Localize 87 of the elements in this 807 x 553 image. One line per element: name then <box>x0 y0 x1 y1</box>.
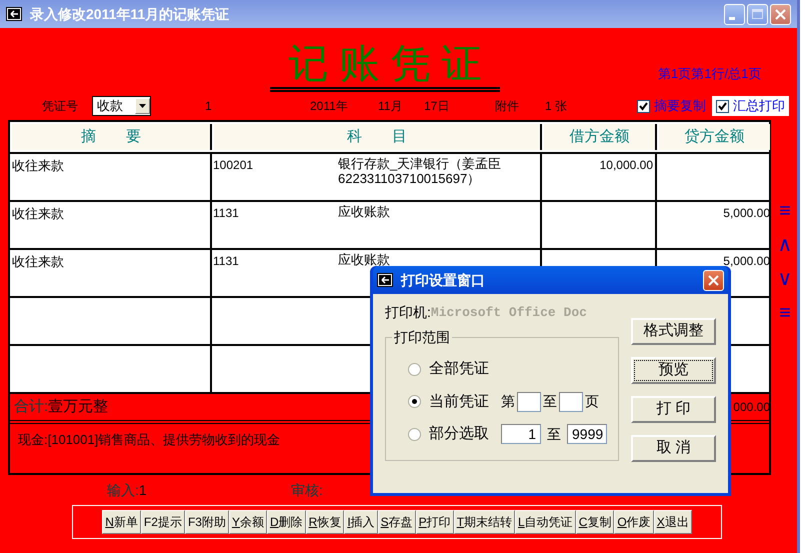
input-value: 1 <box>138 480 148 500</box>
toolbar-button[interactable]: F3附助 <box>184 510 229 534</box>
column-header: 摘 要 <box>12 124 212 150</box>
total-label: 合计: <box>14 396 48 417</box>
radio-button[interactable] <box>408 395 421 408</box>
toolbar-button[interactable]: Y余额 <box>228 510 267 534</box>
checkbox-label: 汇总打印 <box>733 97 785 116</box>
table-cell-text: 银行存款_天津银行（姜孟臣 622331103710015697） <box>338 156 502 186</box>
review-label: 审核: <box>290 480 323 500</box>
page-info: 第1页第1行/总1页 <box>658 65 762 83</box>
close-icon <box>708 274 719 286</box>
table-cell: 100201 <box>213 158 254 172</box>
toolbar-button[interactable]: S存盘 <box>378 510 416 534</box>
attachment-count: 1 张 <box>545 98 568 115</box>
attachment-label: 附件 <box>495 98 520 115</box>
table-cell-text: 5,000.00 <box>723 253 770 270</box>
toolbar-button[interactable]: C复制 <box>576 510 614 534</box>
toolbar-button[interactable]: X退出 <box>654 510 692 534</box>
radio-button[interactable] <box>408 362 421 376</box>
toolbar-button[interactable]: P打印 <box>416 510 454 534</box>
range-to-field[interactable]: 9999 <box>567 424 607 444</box>
input-label: 输入: <box>107 480 139 500</box>
app-icon <box>6 7 22 21</box>
voucher-heading: 记 账 凭 证 <box>287 44 483 84</box>
toolbar-button[interactable]: F2提示 <box>140 510 185 534</box>
close-button[interactable] <box>770 4 791 24</box>
table-cell: 1131 <box>213 206 239 220</box>
radio-button[interactable] <box>408 428 421 441</box>
voucher-year: 2011年 <box>310 98 349 115</box>
maximize-button[interactable] <box>747 4 768 24</box>
radio-label: 全部凭证 <box>429 359 489 379</box>
checkmark-icon <box>718 102 727 110</box>
table-cell-text: 应收账款 <box>338 252 391 267</box>
toolbar-button[interactable]: L自动凭证 <box>515 510 576 534</box>
checkmark-icon <box>639 102 648 110</box>
printer-label: 打印机: <box>385 303 431 322</box>
total-credit: 000.00 <box>733 399 770 416</box>
close-icon <box>775 8 786 20</box>
voucher-day: 17日 <box>424 97 495 115</box>
voucher-number: 1 <box>205 98 213 115</box>
dialog-title: 打印设置窗口 <box>401 270 486 290</box>
window-title: 录入修改2011年11月的记账凭证 <box>30 4 230 24</box>
toolbar-button[interactable]: T期末结转 <box>454 510 516 534</box>
table-cell: 收往来款 <box>12 254 64 269</box>
voucher-type-select[interactable]: 收款 <box>92 96 151 116</box>
radio-label: 部分选取 <box>429 424 489 444</box>
maximize-icon <box>752 9 763 19</box>
toolbar-button[interactable]: O作废 <box>614 510 654 534</box>
toolbar-button[interactable]: I插入 <box>344 510 378 534</box>
checkbox[interactable] <box>637 100 650 112</box>
dropdown-icon <box>139 104 146 108</box>
table-cell-text: 5,000.00 <box>723 205 770 222</box>
dialog-button[interactable]: 打 印 <box>631 396 716 423</box>
cash-flow-note: 现金:[101001]销售商品、提供劳物收到的现金 <box>18 432 280 447</box>
voucher-month: 11月 <box>378 98 404 115</box>
minimize-icon <box>729 16 735 20</box>
toolbar-button[interactable]: D删除 <box>266 510 306 534</box>
field-label: 至 <box>547 424 561 444</box>
checkbox-label: 摘要复制 <box>654 97 706 116</box>
column-header: 科 目 <box>214 124 542 150</box>
dialog-button[interactable]: 取 消 <box>631 435 716 462</box>
radio-label: 当前凭证 <box>429 392 489 412</box>
voucher-number-label: 凭证号 <box>42 98 79 115</box>
range-from-field[interactable]: 1 <box>501 424 541 444</box>
total-in-words: 壹万元整 <box>48 396 108 417</box>
group-label: 打印范围 <box>392 328 452 346</box>
page-from-field[interactable] <box>517 392 541 412</box>
minimize-button[interactable] <box>724 4 745 24</box>
table-cell-text: 应收账款 <box>338 204 391 219</box>
field-label: 至 <box>543 392 557 412</box>
table-cell-text: 10,000.00 <box>600 157 653 174</box>
app-icon <box>377 273 393 287</box>
table-cell: 1131 <box>213 254 239 268</box>
table-cell: 收往来款 <box>12 158 64 173</box>
dialog-button[interactable]: 格式调整 <box>631 318 716 345</box>
toolbar-button[interactable]: R恢复 <box>306 510 344 534</box>
field-label: 第 <box>501 392 515 412</box>
column-header: 贷方金额 <box>659 124 770 150</box>
dialog-button[interactable]: 预览 <box>631 357 716 384</box>
page-to-field[interactable] <box>559 392 583 412</box>
close-button[interactable] <box>703 270 724 290</box>
table-cell: 收往来款 <box>12 206 64 221</box>
field-label: 页 <box>585 392 599 412</box>
printer-name: Microsoft Office Doc <box>430 304 587 322</box>
column-header: 借方金额 <box>544 124 657 150</box>
checkbox[interactable] <box>716 100 729 112</box>
toolbar-button[interactable]: N新单 <box>102 510 141 534</box>
